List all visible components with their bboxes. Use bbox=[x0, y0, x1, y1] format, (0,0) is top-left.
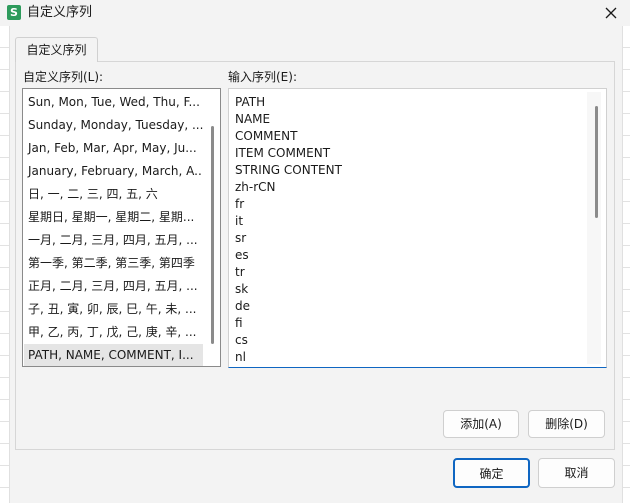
cancel-button[interactable]: 取消 bbox=[538, 458, 615, 488]
list-item[interactable]: 子, 丑, 寅, 卯, 辰, 巳, 午, 未, ... bbox=[24, 298, 203, 320]
delete-button[interactable]: 删除(D) bbox=[528, 410, 605, 438]
textarea-scrollbar-thumb[interactable] bbox=[595, 106, 598, 218]
entry-line: NAME bbox=[235, 112, 271, 126]
ok-button[interactable]: 确定 bbox=[453, 458, 530, 488]
add-button[interactable]: 添加(A) bbox=[443, 410, 519, 438]
list-entries-label: 输入序列(E): bbox=[228, 70, 297, 84]
list-item[interactable]: 第一季, 第二季, 第三季, 第四季 bbox=[24, 252, 203, 274]
entry-line: nl bbox=[235, 350, 246, 364]
entry-line: cs bbox=[235, 333, 248, 347]
spreadsheet-background-left bbox=[0, 26, 10, 503]
entry-line: fi bbox=[235, 316, 243, 330]
close-button[interactable] bbox=[600, 2, 622, 24]
list-item[interactable]: 日, 一, 二, 三, 四, 五, 六 bbox=[24, 183, 203, 205]
entry-line: tr bbox=[235, 265, 245, 279]
list-item-selected[interactable]: PATH, NAME, COMMENT, I... bbox=[24, 344, 203, 366]
entry-line: zh-rCN bbox=[235, 180, 276, 194]
entry-line: de bbox=[235, 299, 250, 313]
close-icon bbox=[605, 7, 617, 19]
list-item[interactable]: 星期日, 星期一, 星期二, 星期... bbox=[24, 206, 203, 228]
entry-line: fr bbox=[235, 197, 245, 211]
list-item[interactable]: January, February, March, A... bbox=[24, 160, 203, 182]
list-entries-textarea[interactable]: PATH NAME COMMENT ITEM COMMENT STRING CO… bbox=[228, 88, 607, 368]
entry-line: es bbox=[235, 248, 249, 262]
entry-line: sk bbox=[235, 282, 249, 296]
entry-line: COMMENT bbox=[235, 129, 298, 143]
list-scrollbar-thumb[interactable] bbox=[211, 126, 214, 344]
list-item[interactable]: 一月, 二月, 三月, 四月, 五月, ... bbox=[24, 229, 203, 251]
entry-line: ITEM COMMENT bbox=[235, 146, 331, 160]
list-item[interactable]: 甲, 乙, 丙, 丁, 戊, 己, 庚, 辛, ... bbox=[24, 321, 203, 343]
app-icon: S bbox=[7, 5, 21, 20]
custom-lists-label: 自定义序列(L): bbox=[23, 70, 104, 84]
list-item[interactable]: 正月, 二月, 三月, 四月, 五月, ... bbox=[24, 275, 203, 297]
title-bar: S 自定义序列 bbox=[0, 0, 630, 26]
spreadsheet-background-right bbox=[622, 26, 630, 503]
list-item[interactable]: Sunday, Monday, Tuesday, ... bbox=[24, 114, 203, 136]
dialog-title: 自定义序列 bbox=[27, 5, 93, 20]
list-item[interactable]: Sun, Mon, Tue, Wed, Thu, F... bbox=[24, 91, 203, 113]
entry-line: it bbox=[235, 214, 244, 228]
entry-line: sr bbox=[235, 231, 247, 245]
custom-lists-listbox[interactable]: Sun, Mon, Tue, Wed, Thu, F... Sunday, Mo… bbox=[22, 88, 221, 367]
textarea-scrollbar[interactable] bbox=[587, 92, 601, 364]
entry-line: STRING CONTENT bbox=[235, 163, 342, 177]
tab-custom-lists[interactable]: 自定义序列 bbox=[15, 37, 98, 62]
list-item[interactable]: Jan, Feb, Mar, Apr, May, Ju... bbox=[24, 137, 203, 159]
entry-line: PATH bbox=[235, 95, 266, 109]
